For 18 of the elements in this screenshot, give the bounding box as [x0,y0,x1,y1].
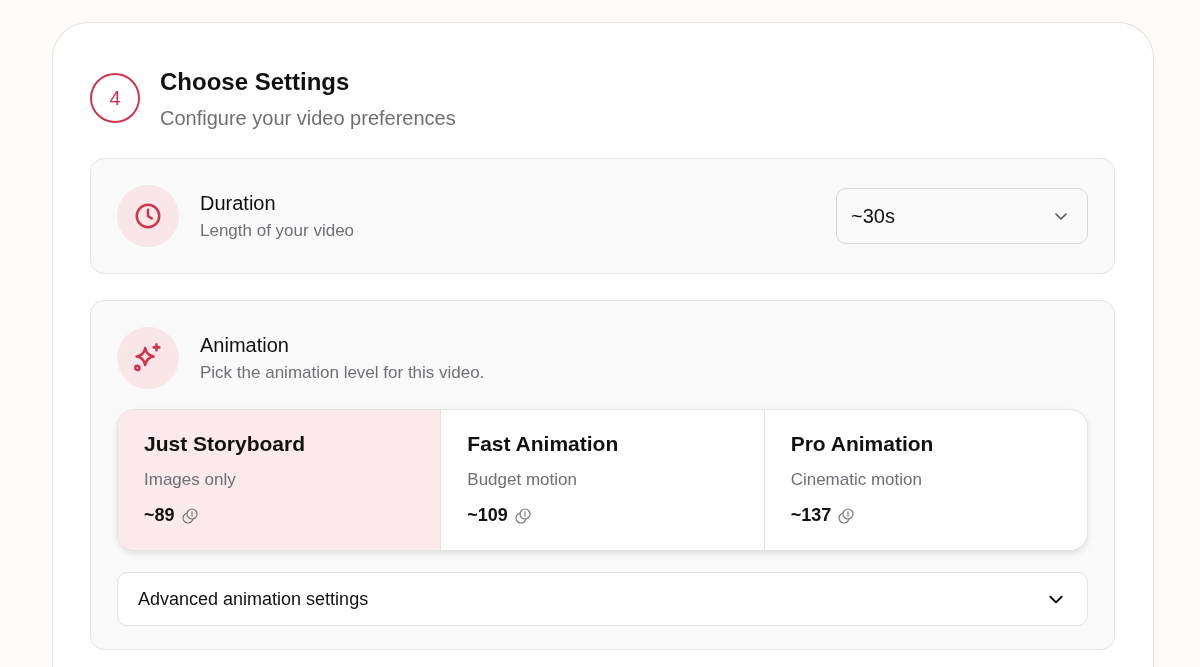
animation-title: Animation [200,333,290,357]
coins-icon [180,506,199,525]
credit-cost: ~89 [144,505,175,526]
animation-option[interactable]: Pro Animation Cinematic motion ~137 [763,410,1087,550]
section-subtitle: Configure your video preferences [160,107,456,130]
animation-description: Pick the animation level for this video. [200,362,486,383]
step-number: 4 [90,73,140,123]
animation-option[interactable]: Fast Animation Budget motion ~109 [440,410,764,550]
duration-description: Length of your video [200,220,356,241]
section-title: Choose Settings [160,68,351,96]
coins-icon [513,506,532,525]
advanced-settings-toggle[interactable]: Advanced animation settings [117,572,1088,626]
credit-cost: ~109 [467,505,508,526]
coins-icon [837,506,856,525]
animation-option[interactable]: Just Storyboard Images only ~89 [118,410,441,550]
credit-cost: ~137 [790,505,832,526]
duration-select[interactable]: ~30s [836,188,1088,244]
duration-title: Duration [200,191,277,215]
